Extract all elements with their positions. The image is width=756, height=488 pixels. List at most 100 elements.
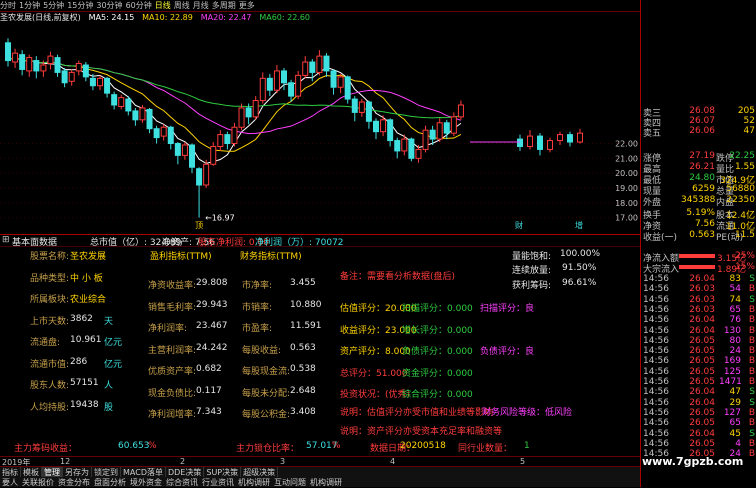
info-tab[interactable]: 综合资讯 — [164, 477, 200, 488]
tick-price: 26.04 — [689, 325, 715, 336]
metric-label: 净利润增率: — [148, 410, 197, 420]
finance-value: 0.563 — [290, 342, 316, 353]
score-text: 扫描评分：0.000 — [402, 304, 473, 314]
candle — [82, 62, 89, 82]
period-tab[interactable]: 5分钟 — [43, 0, 64, 11]
low-price-label: ←16.97 — [205, 214, 235, 223]
field-label: 股票名称: — [30, 252, 70, 262]
field-label: 股东人数: — [30, 381, 70, 391]
footer-field: 20200518 — [400, 441, 446, 451]
finance-title: 财务指标(TTM) — [240, 252, 302, 262]
tick-vol: 76 — [729, 315, 741, 326]
candle — [436, 118, 443, 143]
note-text: 备注：需要看分析数据(盘后) — [340, 272, 456, 282]
field-unit: 人 — [104, 381, 114, 391]
risk-text: 财务风险等级：低风险 — [482, 408, 573, 418]
period-tab[interactable]: 更多 — [239, 0, 255, 11]
tick-time: 14:56 — [643, 428, 669, 439]
net-profit: 净利润（万）: 70072 — [255, 238, 344, 248]
candle — [351, 96, 358, 122]
flow-pct: 25% — [734, 251, 755, 261]
period-tab[interactable]: 日线 — [155, 0, 171, 11]
tick-time: 14:56 — [643, 418, 669, 429]
field-value: 圣农发展 — [70, 252, 107, 262]
flow-bar — [679, 265, 715, 269]
info-tab[interactable]: 机构调研 — [308, 477, 344, 488]
tick-side: B — [748, 438, 755, 449]
metric-value: 7.343 — [196, 407, 222, 417]
quote-panel: 卖三 26.08 205 卖四 26.07 52 卖五 26.06 47 涨停 27.19 跌停 22.… — [640, 0, 756, 487]
info-tab[interactable]: 资金分布 — [56, 477, 92, 488]
metric-value: 24.242 — [196, 342, 228, 353]
stock-name[interactable]: 圣农发展(日线,前复权) — [0, 13, 81, 22]
candle — [238, 103, 245, 131]
tick-vol: 45 — [729, 428, 741, 439]
finance-label: 市盈率: — [242, 324, 273, 334]
price-tick: 17.00 — [615, 214, 638, 223]
tick-time: 14:56 — [643, 356, 669, 367]
period-tab[interactable]: 30分钟 — [96, 0, 122, 11]
info-tab[interactable]: 行业资讯 — [200, 477, 236, 488]
field-value: 286 — [70, 356, 88, 367]
tick-time: 14:56 — [643, 397, 669, 408]
period-tab[interactable]: 多周期 — [212, 0, 236, 11]
tick-side: B — [748, 304, 755, 315]
tick-vol: 74 — [729, 294, 741, 305]
metric-label: 现金负债比: — [148, 388, 197, 399]
ma20-label: MA20: 22.47 — [200, 13, 252, 22]
period-tab[interactable]: 60分钟 — [126, 0, 152, 11]
period-tab[interactable]: 周线 — [174, 0, 190, 11]
period-tab[interactable]: 1分钟 — [19, 0, 40, 11]
ma60-label: MA60: 22.60 — [259, 13, 311, 22]
profit-title: 盈利指标(TTM) — [150, 252, 212, 262]
candle — [295, 70, 302, 100]
kline-chart[interactable]: 22.00 21.00 20.00 19.00 18.00 17.00 ←16.97顶 财 增 — [0, 23, 640, 233]
tick-side: B — [748, 284, 755, 295]
candle — [146, 107, 153, 134]
footer-field: 同行业数量： — [458, 444, 513, 454]
profit-chip-label: 获利筹码: — [512, 281, 552, 291]
tick-side: B — [748, 407, 755, 418]
candle — [125, 96, 132, 116]
info-tab[interactable]: 机构调研 — [236, 477, 272, 488]
info-tab[interactable]: 互动问题 — [272, 477, 308, 488]
period-tab[interactable]: 分时 — [0, 0, 16, 11]
continuous-label: 连续放量: — [512, 266, 552, 276]
score-text: 投资状况：(优秀) — [340, 390, 411, 400]
footer-field: % — [148, 441, 157, 451]
price-tick: 20.00 — [615, 169, 638, 178]
finance-value: 0.538 — [290, 364, 316, 374]
tick-vol: 83 — [729, 274, 741, 284]
info-tab[interactable]: 境外资金 — [128, 477, 164, 488]
price-tick: 18.00 — [615, 199, 638, 208]
period-tab[interactable]: 月线 — [193, 0, 209, 11]
candle — [577, 128, 583, 144]
quote-value: 6259 — [692, 184, 715, 194]
tick-price: 26.05 — [689, 335, 715, 346]
candle — [408, 137, 415, 162]
basic-header: ⊞ 基本面数据 总市值（亿）: 324.89 净资产: 7.56 股东净利润: … — [0, 235, 640, 248]
candle — [61, 67, 68, 88]
basic-data-panel: ⊞ 基本面数据 总市值（亿）: 324.89 净资产: 7.56 股东净利润: … — [0, 234, 640, 468]
candle — [567, 131, 573, 147]
candle — [104, 76, 111, 98]
period-tab[interactable]: 15分钟 — [67, 0, 93, 11]
field-label: 人均持股: — [30, 402, 70, 413]
tick-price: 26.05 — [689, 418, 715, 429]
metric-value: 23.467 — [196, 321, 228, 331]
sell-vol: 205 — [737, 106, 755, 116]
info-tab[interactable]: 关联报价 — [20, 477, 56, 488]
tick-time: 14:56 — [643, 315, 669, 326]
finance-value: 10.880 — [290, 299, 322, 310]
candle — [33, 56, 40, 79]
time-tick: 4 — [390, 457, 396, 466]
info-tab[interactable]: 盘面分析 — [92, 477, 128, 488]
quote-label: 收益(一) — [643, 233, 678, 243]
expand-icon[interactable]: ⊞ — [2, 235, 10, 245]
score-text: 负债评分：0.000 — [402, 347, 473, 357]
tick-time: 14:56 — [643, 438, 669, 449]
tick-price: 26.04 — [689, 274, 715, 284]
period-bar: 分时 1分钟 5分钟 15分钟 30分钟 60分钟 日线 周线 月线 多周期 更多 — [0, 0, 640, 12]
field-unit: 股 — [104, 402, 114, 413]
info-tab[interactable]: 要人 — [0, 477, 20, 488]
